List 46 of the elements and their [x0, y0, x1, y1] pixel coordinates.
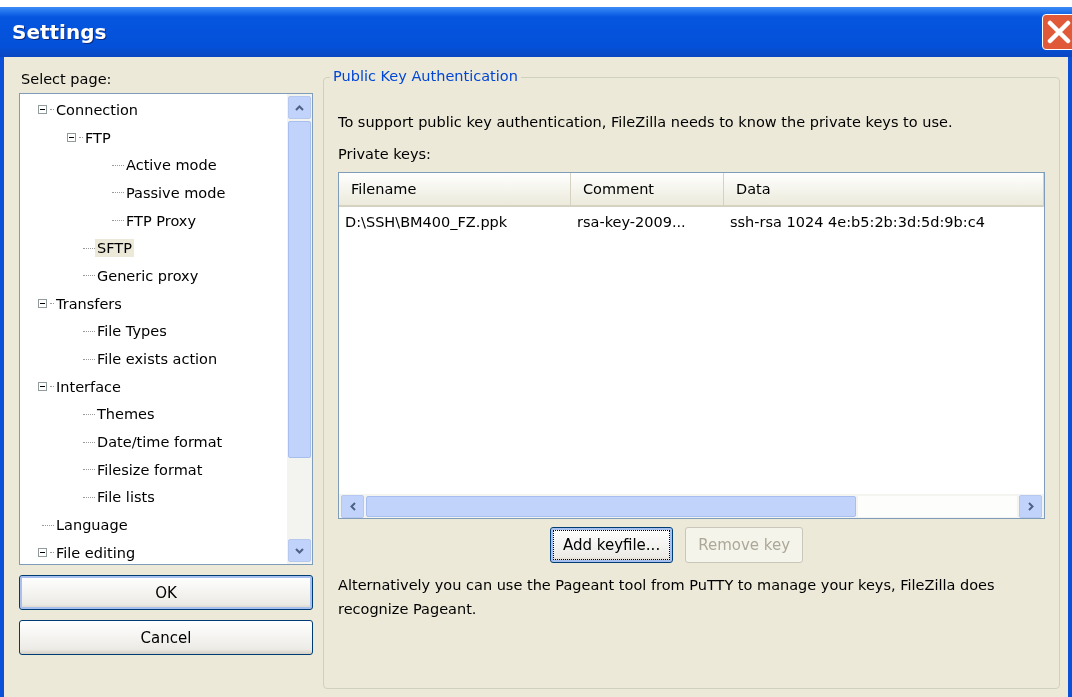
- column-header[interactable]: Filename: [339, 173, 571, 205]
- window-title: Settings: [12, 20, 107, 44]
- chevron-up-icon: [295, 104, 304, 111]
- tree-item[interactable]: Active mode: [124, 156, 219, 175]
- scroll-up-button[interactable]: [288, 96, 311, 119]
- chevron-right-icon: [1027, 501, 1034, 511]
- tree-item[interactable]: File editing: [54, 543, 138, 562]
- tree-item[interactable]: FTP: [83, 128, 113, 147]
- close-icon: [1047, 20, 1071, 44]
- vertical-scrollbar[interactable]: [287, 94, 312, 564]
- scroll-thumb[interactable]: [366, 495, 856, 517]
- tree-item[interactable]: FTP Proxy: [124, 211, 198, 230]
- table-cell-text: D:\SSH\BM400_FZ.ppk: [344, 214, 509, 230]
- tree-item[interactable]: Themes: [95, 405, 157, 424]
- chevron-down-icon: [295, 547, 304, 554]
- tree-item[interactable]: Filesize format: [95, 460, 205, 479]
- group-title: Public Key Authentication: [330, 68, 521, 84]
- scroll-left-button[interactable]: [341, 494, 364, 518]
- tree-item[interactable]: File exists action: [95, 350, 220, 369]
- note-text: Alternatively you can use the Pageant tool from PuTTY to manage your keys, FileZilla does recognize Pageant.: [338, 576, 996, 619]
- scroll-thumb[interactable]: [288, 121, 311, 458]
- tree-item[interactable]: File lists: [95, 488, 157, 507]
- cancel-button[interactable]: Cancel: [19, 620, 313, 655]
- column-header[interactable]: Data: [724, 173, 1044, 205]
- tree-item[interactable]: Interface: [54, 377, 123, 396]
- tree-item[interactable]: Date/time format: [95, 433, 225, 452]
- chevron-left-icon: [349, 501, 356, 511]
- ok-button[interactable]: OK: [19, 575, 313, 610]
- close-button[interactable]: [1042, 14, 1072, 50]
- tree-item[interactable]: Generic proxy: [95, 266, 201, 285]
- private-keys-label: Private keys:: [338, 146, 432, 162]
- description-text: To support public key authentication, FileZilla needs to know the private keys to use.: [338, 113, 954, 132]
- tree-item[interactable]: Transfers: [54, 294, 124, 313]
- tree-item[interactable]: SFTP: [95, 239, 134, 258]
- tree-item[interactable]: Passive mode: [124, 183, 228, 202]
- horizontal-scrollbar[interactable]: [339, 494, 1044, 518]
- scroll-right-button[interactable]: [1019, 494, 1042, 518]
- select-page-label: Select page:: [20, 70, 113, 89]
- column-header[interactable]: Comment: [571, 173, 724, 205]
- table-cell-text: rsa-key-2009...: [576, 214, 687, 230]
- table-cell-text: ssh-rsa 1024 4e:b5:2b:3d:5d:9b:c4: [729, 214, 986, 230]
- add-keyfile-button[interactable]: Add keyfile...: [549, 527, 674, 563]
- tree-item[interactable]: Connection: [54, 100, 141, 119]
- tree-item[interactable]: File Types: [95, 322, 169, 341]
- scroll-down-button[interactable]: [288, 539, 311, 562]
- tree-item[interactable]: Language: [54, 516, 130, 535]
